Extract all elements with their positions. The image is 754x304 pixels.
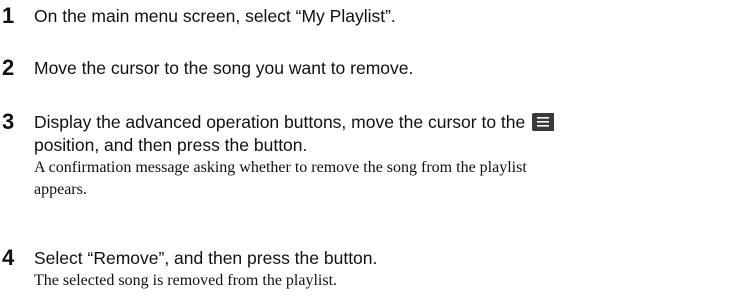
step-body: Move the cursor to the song you want to …: [34, 57, 750, 80]
step-note-line-2: appears.: [34, 181, 87, 198]
step-instruction-line-1: Display the advanced operation buttons, …: [34, 111, 750, 134]
step-instruction: On the main menu screen, select “My Play…: [34, 6, 396, 26]
step-note-line-1: A confirmation message asking whether to…: [34, 159, 527, 176]
step-instruction: Move the cursor to the song you want to …: [34, 58, 414, 78]
step-note: The selected song is removed from the pl…: [34, 272, 338, 289]
step-number: 2: [2, 55, 15, 80]
step-body: Display the advanced operation buttons, …: [34, 111, 750, 201]
step-body: Select “Remove”, and then press the butt…: [34, 247, 750, 292]
step-instruction-line-2: position, and then press the button.: [34, 135, 308, 155]
step-instruction: Select “Remove”, and then press the butt…: [34, 248, 378, 268]
step-number: 4: [2, 245, 15, 270]
step-number: 1: [2, 3, 15, 28]
step-body: On the main menu screen, select “My Play…: [34, 5, 750, 28]
step-number: 3: [2, 109, 15, 134]
step-instruction-text: Display the advanced operation buttons, …: [34, 112, 526, 132]
menu-list-icon: [532, 113, 555, 131]
instruction-page: 1 On the main menu screen, select “My Pl…: [0, 0, 754, 304]
